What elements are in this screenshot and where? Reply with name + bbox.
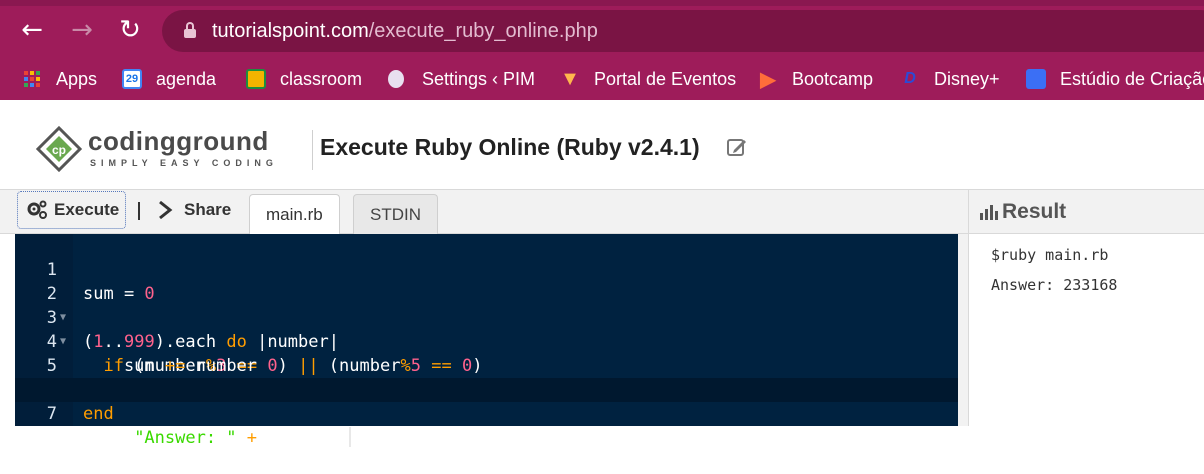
- result-title: Result: [979, 200, 1066, 224]
- pane-splitter[interactable]: [958, 234, 968, 426]
- code-line: 4 sum += number: [15, 306, 958, 376]
- tab-main-rb[interactable]: main.rb: [249, 194, 340, 234]
- bookmark-estudio-criacao[interactable]: Estúdio de Criação: [1026, 66, 1204, 92]
- execute-button[interactable]: Execute: [17, 191, 127, 229]
- url-field[interactable]: tutorialspoint.com/execute_ruby_online.p…: [162, 10, 1204, 52]
- gears-icon: [27, 200, 47, 219]
- execute-label: Execute: [54, 200, 120, 219]
- codingground-logo-icon: cp: [36, 126, 82, 172]
- back-arrow-icon[interactable]: ←: [16, 14, 48, 46]
- bookmark-disney[interactable]: D Disney+: [900, 66, 1000, 92]
- share-button[interactable]: Share: [156, 200, 231, 220]
- code-line: 3 ▼ if (number%3 == 0) || (number%5 == 0…: [15, 282, 958, 376]
- bar-chart-icon: [980, 205, 998, 220]
- bookmark-agenda[interactable]: 29 agenda: [122, 66, 216, 92]
- result-output: $ruby main.rb Answer: 233168: [968, 234, 1204, 426]
- bookmark-label: Bootcamp: [792, 68, 874, 89]
- result-header: Result: [968, 190, 1204, 234]
- page: cp codingground SIMPLY EASY CODING Execu…: [0, 100, 1204, 448]
- bookmark-bootcamp[interactable]: ▶ Bootcamp: [758, 66, 873, 92]
- header-divider: [312, 130, 313, 170]
- forward-arrow-icon[interactable]: →: [66, 14, 98, 46]
- text-cursor: [349, 427, 352, 447]
- apps-grid-icon: [22, 69, 42, 89]
- toolbar-separator: [138, 202, 140, 220]
- edit-icon[interactable]: [726, 136, 748, 158]
- classroom-icon: [246, 69, 266, 89]
- bookmark-label: Apps: [56, 68, 98, 89]
- logo-wordmark: codingground: [88, 126, 269, 156]
- bookmark-label: classroom: [280, 68, 363, 89]
- bookmarks-bar: Apps 29 agenda classroom Settings ‹ PIM …: [0, 60, 1204, 100]
- result-title-text: Result: [1002, 200, 1067, 223]
- bookmark-label: Settings ‹ PIM: [422, 68, 536, 89]
- bookmark-label: Estúdio de Criação: [1060, 68, 1204, 89]
- bookmark-settings-pim[interactable]: Settings ‹ PIM: [388, 66, 535, 92]
- url-text: tutorialspoint.com/execute_ruby_online.p…: [212, 20, 598, 43]
- page-title: Execute Ruby Online (Ruby v2.4.1): [320, 134, 700, 160]
- tab-stdin[interactable]: STDIN: [353, 194, 438, 234]
- bookmark-classroom[interactable]: classroom: [246, 66, 362, 92]
- share-label: Share: [184, 200, 232, 219]
- code-line: 5 end: [15, 330, 958, 400]
- code-line: 6 end: [15, 354, 958, 424]
- code-text: puts "Answer: " + sum.to_s: [83, 427, 352, 448]
- svg-text:cp: cp: [52, 143, 66, 157]
- browser-address-bar: ← → ↻ tutorialspoint.com/execute_ruby_on…: [0, 0, 1204, 60]
- lock-icon: [184, 22, 196, 38]
- disney-icon: D: [904, 70, 916, 87]
- bookmark-label: Portal de Eventos: [594, 68, 737, 89]
- url-host: tutorialspoint.com: [212, 20, 369, 42]
- output-line: Answer: 233168: [991, 276, 1118, 294]
- bootcamp-icon: ▶: [760, 68, 776, 91]
- studio-icon: [1026, 69, 1046, 89]
- eventos-icon: ▼: [560, 67, 580, 90]
- url-path: /execute_ruby_online.php: [368, 20, 598, 42]
- bookmark-label: Disney+: [934, 68, 1000, 89]
- pim-icon: [388, 70, 404, 88]
- code-line: 2 ▼ (1..999).each do |number|: [15, 258, 958, 352]
- calendar-icon: 29: [122, 69, 142, 89]
- reload-icon[interactable]: ↻: [114, 14, 146, 46]
- output-line: $ruby main.rb: [991, 246, 1109, 264]
- codingground-logo[interactable]: cp codingground SIMPLY EASY CODING: [36, 124, 286, 174]
- logo-tagline: SIMPLY EASY CODING: [90, 158, 278, 168]
- bookmark-apps[interactable]: Apps: [22, 66, 97, 92]
- share-chevron-icon: [159, 200, 173, 220]
- line-number: 7: [46, 404, 57, 424]
- site-header: cp codingground SIMPLY EASY CODING Execu…: [0, 108, 1204, 190]
- code-text: end: [83, 404, 114, 424]
- code-line-active: 7 puts "Answer: " + sum.to_s: [15, 378, 958, 448]
- bookmark-label: agenda: [156, 68, 217, 89]
- code-editor[interactable]: 1 sum = 0 2 ▼ (1..999).each do |number| …: [15, 234, 958, 448]
- code-line: 1 sum = 0: [15, 234, 958, 304]
- editor-toolbar: Execute Share main.rb STDIN: [0, 190, 968, 234]
- bookmark-portal-eventos[interactable]: ▼ Portal de Eventos: [560, 66, 736, 92]
